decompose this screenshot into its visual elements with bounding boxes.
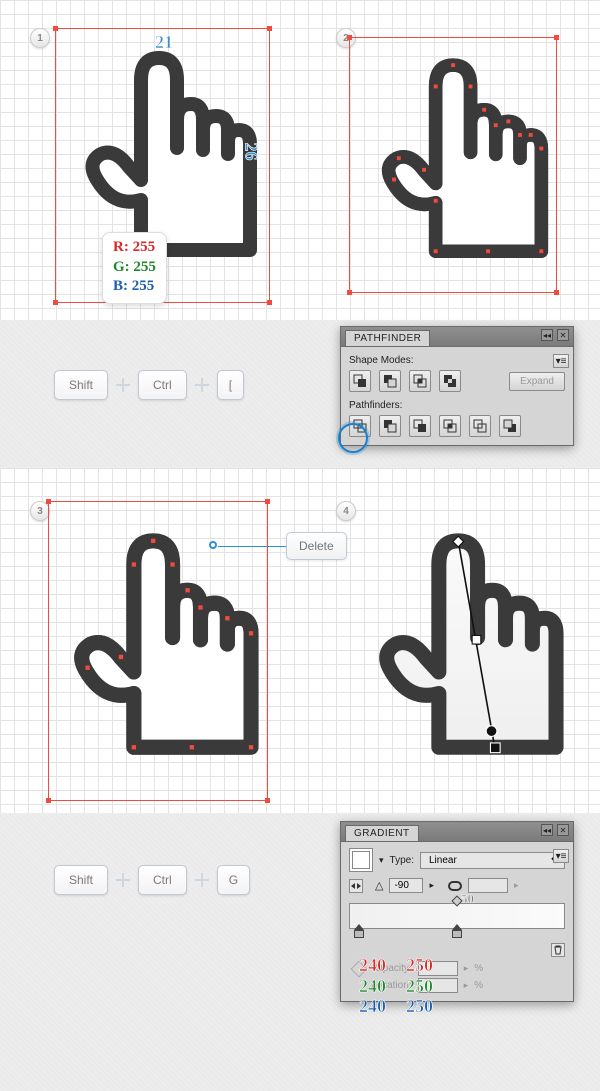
expand-button[interactable]: Expand [509, 372, 565, 391]
callout-origin [209, 541, 217, 549]
dimension-side: 26 [241, 143, 262, 161]
gradient-tab[interactable]: GRADIENT [345, 825, 419, 841]
key-shift-1: Shift [54, 370, 108, 400]
gradient-swatch[interactable] [349, 848, 373, 872]
panel-minimize-icon[interactable]: ◂◂ [541, 824, 553, 836]
pathfinder-panel: PATHFINDER ◂◂ ✕ ▾≡ Shape Modes: Expand P… [340, 326, 574, 446]
hand-cursor-step2 [357, 38, 557, 290]
panel-close-icon[interactable]: ✕ [557, 824, 569, 836]
shapemode-unite[interactable] [349, 370, 371, 392]
gradient-slider[interactable] [349, 903, 565, 929]
gradient-type-select[interactable]: Linear [420, 852, 565, 869]
key-shift-2: Shift [54, 865, 108, 895]
hand-cursor-step4 [355, 508, 570, 793]
highlight-divide [338, 423, 368, 453]
pathfinder-outline[interactable] [469, 415, 491, 437]
gradient-panel: GRADIENT ◂◂ ✕ ▾≡ ▾ Type: Linear △ [340, 821, 574, 1002]
plus-icon [116, 873, 130, 887]
gradient-angle-input[interactable] [389, 878, 423, 893]
pathfinder-merge[interactable] [409, 415, 431, 437]
pathfinders-label: Pathfinders: [349, 400, 565, 411]
gradient-stop-left[interactable] [354, 924, 364, 938]
pathfinder-minus-back[interactable] [499, 415, 521, 437]
callout-line [218, 546, 288, 547]
stop-right-values: 250 250 250 [406, 955, 433, 1017]
plus-icon [195, 378, 209, 392]
shapemode-intersect[interactable] [409, 370, 431, 392]
shapemode-exclude[interactable] [439, 370, 461, 392]
pct-label: % [474, 980, 483, 991]
key-g: G [217, 865, 250, 895]
pathfinder-crop[interactable] [439, 415, 461, 437]
step-badge-4: 4 [336, 501, 356, 521]
swatch-dropdown-icon[interactable]: ▾ [379, 855, 384, 866]
key-ctrl-2: Ctrl [138, 865, 187, 895]
reverse-gradient-icon[interactable] [349, 879, 363, 893]
plus-icon [116, 378, 130, 392]
delete-callout: Delete [286, 532, 347, 560]
pathfinder-tab[interactable]: PATHFINDER [345, 330, 430, 346]
gradient-aspect-input [468, 878, 508, 893]
shortcut-row-2: Shift Ctrl G [54, 865, 250, 895]
hand-cursor-step3 [50, 508, 265, 793]
shortcut-row-1: Shift Ctrl [ [54, 370, 244, 400]
rgb-readout: R: 255 G: 255 B: 255 [102, 232, 167, 304]
shapemode-minus-front[interactable] [379, 370, 401, 392]
key-bracket: [ [217, 370, 244, 400]
shape-modes-label: Shape Modes: [349, 355, 565, 366]
panel-menu-icon[interactable]: ▾≡ [553, 849, 569, 863]
panel-close-icon[interactable]: ✕ [557, 329, 569, 341]
key-ctrl-1: Ctrl [138, 370, 187, 400]
panel-minimize-icon[interactable]: ◂◂ [541, 329, 553, 341]
dimension-top: 21 [155, 32, 173, 53]
stop-left-values: 240 240 240 [359, 955, 386, 1017]
gradient-stop-mid[interactable] [452, 924, 462, 938]
delete-stop-icon[interactable] [551, 943, 565, 957]
panel-menu-icon[interactable]: ▾≡ [553, 354, 569, 368]
plus-icon [195, 873, 209, 887]
aspect-icon [448, 881, 462, 891]
type-label: Type: [390, 855, 414, 866]
step-badge-3: 3 [30, 501, 50, 521]
pathfinder-trim[interactable] [379, 415, 401, 437]
pct-label: % [474, 963, 483, 974]
step-badge-1: 1 [30, 28, 50, 48]
